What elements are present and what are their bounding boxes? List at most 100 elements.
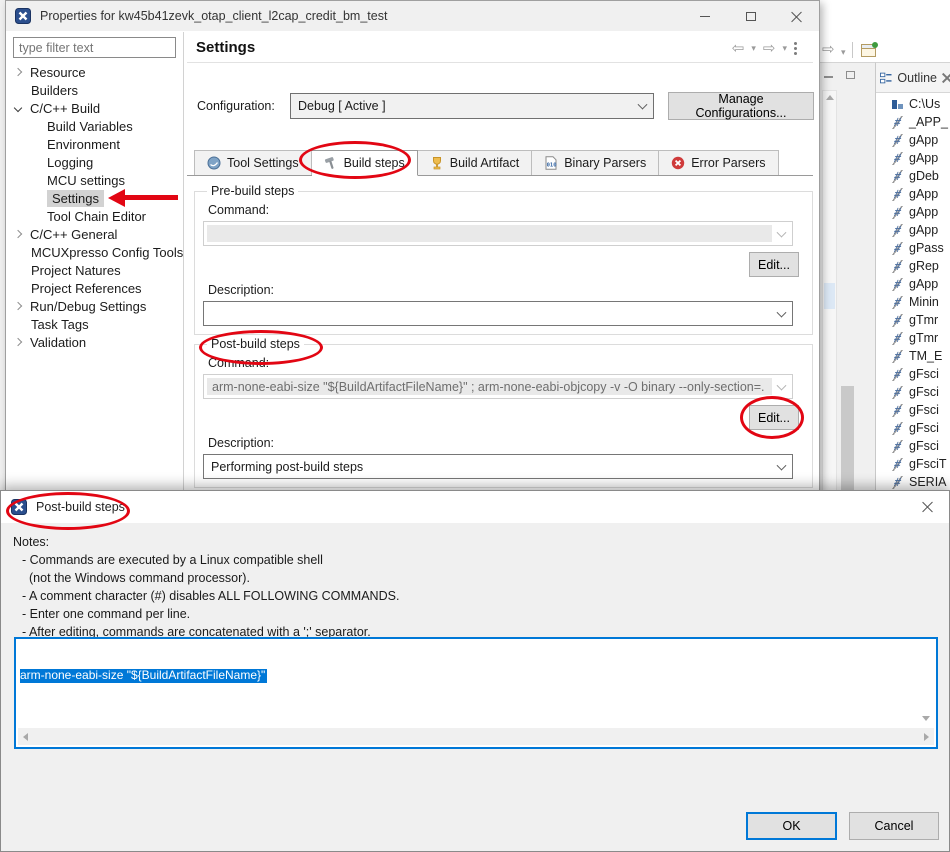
pre-build-description-select[interactable] <box>203 301 793 326</box>
ok-button[interactable]: OK <box>746 812 837 840</box>
tree-item-tool-chain-editor[interactable]: Tool Chain Editor <box>9 207 181 225</box>
toolbar-separator <box>852 42 853 58</box>
tree-item-resource[interactable]: Resource <box>9 63 181 81</box>
minimize-button[interactable] <box>682 1 727 31</box>
define-icon: # <box>889 170 905 183</box>
tree-item-builders[interactable]: Builders <box>9 81 181 99</box>
background-scrollbar[interactable] <box>822 90 837 492</box>
maximize-button[interactable] <box>728 1 773 31</box>
maximize-panel-icon[interactable] <box>846 71 855 79</box>
outline-item[interactable]: #gFsci <box>876 365 950 383</box>
pre-build-edit-button[interactable]: Edit... <box>749 252 799 277</box>
view-menu-icon[interactable] <box>794 42 797 45</box>
tree-item-run-debug-settings[interactable]: Run/Debug Settings <box>9 297 181 315</box>
outline-item[interactable]: #gApp <box>876 185 950 203</box>
tree-item-project-natures[interactable]: Project Natures <box>9 261 181 279</box>
scroll-left-icon[interactable] <box>23 733 28 741</box>
tab-tool-settings[interactable]: Tool Settings <box>194 150 312 176</box>
outline-item[interactable]: #TM_E <box>876 347 950 365</box>
outline-item[interactable]: #SERIA <box>876 473 950 491</box>
define-icon: # <box>889 278 905 291</box>
tree-item-task-tags[interactable]: Task Tags <box>9 315 181 333</box>
manage-configurations-button[interactable]: Manage Configurations... <box>668 92 814 120</box>
outline-item[interactable]: #gRep <box>876 257 950 275</box>
outline-item[interactable]: #gTmr <box>876 311 950 329</box>
tree-item-validation[interactable]: Validation <box>9 333 181 351</box>
scrollbar-thumb[interactable] <box>841 386 854 492</box>
tree-item-build-variables[interactable]: Build Variables <box>9 117 181 135</box>
scroll-right-icon[interactable] <box>924 733 929 741</box>
define-icon: # <box>889 260 905 273</box>
outline-item[interactable]: C:\Us <box>876 95 950 113</box>
tab-build-artifact[interactable]: Build Artifact <box>418 150 532 176</box>
tree-item-mcu-settings[interactable]: MCU settings <box>9 171 181 189</box>
cancel-button[interactable]: Cancel <box>849 812 939 840</box>
properties-dialog: Properties for kw45b41zevk_otap_client_l… <box>5 0 820 492</box>
svg-text:010: 010 <box>547 163 557 169</box>
configuration-select[interactable]: Debug [ Active ] <box>290 93 654 119</box>
outline-item[interactable]: #gApp <box>876 221 950 239</box>
outline-item[interactable]: #gApp <box>876 275 950 293</box>
define-icon: # <box>889 314 905 327</box>
scrollbar-thumb[interactable] <box>824 283 835 309</box>
outline-item[interactable]: #gFsciT <box>876 455 950 473</box>
background-scrollbar-2[interactable] <box>840 90 855 492</box>
outline-item[interactable]: #gApp <box>876 203 950 221</box>
define-icon: # <box>889 188 905 201</box>
outline-item[interactable]: #gFsci <box>876 383 950 401</box>
tree-item-cpp-build[interactable]: C/C++ Build <box>9 99 181 117</box>
selected-command-line: arm-none-eabi-size "${BuildArtifactFileN… <box>20 669 267 683</box>
outline-item[interactable]: #_APP_ <box>876 113 950 131</box>
outline-tab[interactable]: Outline <box>876 63 950 93</box>
chevron-down-icon[interactable]: ▾ <box>782 43 787 54</box>
outline-item[interactable]: #gDeb <box>876 167 950 185</box>
tree-item-mcuxpresso-config-tools[interactable]: MCUXpresso Config Tools <box>9 243 181 261</box>
define-icon: # <box>889 422 905 435</box>
close-icon[interactable] <box>922 501 933 512</box>
tree-item-logging[interactable]: Logging <box>9 153 181 171</box>
tab-error-parsers[interactable]: Error Parsers <box>659 150 778 176</box>
screenshot-root: ⇨ ▾ Outline C:\Us #_APP_ #gApp #gApp #gD <box>0 0 950 852</box>
tree-item-environment[interactable]: Environment <box>9 135 181 153</box>
outline-item[interactable]: #gFsci <box>876 401 950 419</box>
post-build-description-select[interactable]: Performing post-build steps <box>203 454 793 479</box>
tree-item-project-references[interactable]: Project References <box>9 279 181 297</box>
outline-list: C:\Us #_APP_ #gApp #gApp #gDeb #gApp #gA… <box>876 95 950 493</box>
panel-divider <box>183 32 184 493</box>
filter-input[interactable] <box>13 37 176 58</box>
minimize-panel-icon[interactable] <box>824 76 833 78</box>
forward-arrow-icon[interactable]: ⇨ <box>763 41 776 56</box>
close-icon[interactable] <box>942 73 950 82</box>
tree-item-cpp-general[interactable]: C/C++ General <box>9 225 181 243</box>
chevron-down-icon <box>14 104 22 112</box>
close-button[interactable] <box>774 1 819 31</box>
outline-item[interactable]: #Minin <box>876 293 950 311</box>
outline-item[interactable]: #gPass <box>876 239 950 257</box>
annotation-circle-post-build <box>199 330 323 365</box>
chevron-down-icon[interactable]: ▾ <box>841 47 846 58</box>
note-line: - Enter one command per line. <box>13 605 399 623</box>
outline-item[interactable]: #gApp <box>876 131 950 149</box>
outline-item[interactable]: #gApp <box>876 149 950 167</box>
pre-build-command-select[interactable] <box>203 221 793 246</box>
tab-binary-parsers[interactable]: 010 Binary Parsers <box>532 150 659 176</box>
commands-textarea[interactable]: arm-none-eabi-size "${BuildArtifactFileN… <box>14 637 938 749</box>
post-build-command-select[interactable]: arm-none-eabi-size "${BuildArtifactFileN… <box>203 374 793 399</box>
define-icon: # <box>889 134 905 147</box>
commands-text: arm-none-eabi-size "${BuildArtifactFileN… <box>20 642 932 686</box>
outline-item[interactable]: #gFsci <box>876 437 950 455</box>
annotation-arrow-head <box>108 189 125 207</box>
define-icon: # <box>889 116 905 129</box>
pin-editor-icon[interactable] <box>861 44 876 57</box>
scroll-down-icon[interactable] <box>922 716 930 721</box>
define-icon: # <box>889 296 905 309</box>
outline-panel: Outline C:\Us #_APP_ #gApp #gApp #gDeb #… <box>875 62 950 492</box>
scroll-up-icon[interactable] <box>826 95 834 100</box>
outline-item[interactable]: #gFsci <box>876 419 950 437</box>
chevron-down-icon[interactable]: ▾ <box>751 43 756 54</box>
tab-content-border <box>187 175 813 176</box>
forward-arrow-icon[interactable]: ⇨ <box>822 42 835 57</box>
outline-item[interactable]: #gTmr <box>876 329 950 347</box>
horizontal-scrollbar[interactable] <box>18 728 934 745</box>
back-arrow-icon[interactable]: ⇦ <box>732 41 745 56</box>
